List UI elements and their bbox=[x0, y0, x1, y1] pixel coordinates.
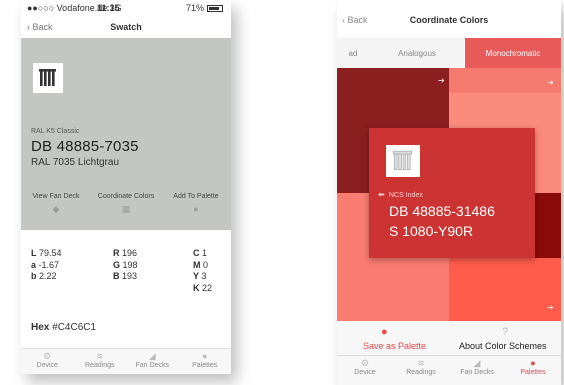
color-tile[interactable] bbox=[449, 258, 561, 321]
readings-icon: ≋ bbox=[417, 358, 425, 368]
battery-percent: 71% bbox=[185, 3, 204, 13]
color-swatch: RAL K5 Classic DB 48885-7035 RAL 7035 Li… bbox=[21, 38, 231, 230]
tab-palettes[interactable]: ● Palettes bbox=[179, 349, 232, 374]
tab-readings[interactable]: ≋ Readings bbox=[74, 349, 127, 374]
swatch-code: DB 48885-7035 bbox=[31, 138, 139, 155]
swatch-actions: View Fan Deck ◆ Coordinate Colors ▦ Add … bbox=[21, 193, 231, 215]
scheme-actions: ● Save as Palette ? About Color Schemes bbox=[337, 321, 561, 355]
coordinate-colors-screen: ‹ Back Coordinate Colors ad Analogous Mo… bbox=[337, 0, 561, 385]
tab-monochromatic[interactable]: Monochromatic bbox=[465, 38, 561, 68]
coordinate-colors-button[interactable]: Coordinate Colors ▦ bbox=[91, 193, 161, 215]
gear-icon: ⚙ bbox=[43, 351, 52, 361]
tab-device[interactable]: ⚙ Device bbox=[21, 349, 74, 374]
card-code: DB 48885-31486 bbox=[389, 203, 495, 219]
scheme-tabs: ad Analogous Monochromatic bbox=[337, 38, 561, 68]
logo-icon bbox=[392, 150, 412, 170]
palette-icon: ● bbox=[202, 351, 208, 361]
tab-bar: ⚙ Device ≋ Readings ◢ Fan Decks ● Palettes bbox=[337, 355, 561, 385]
cmyk-k: K 22 bbox=[193, 282, 213, 293]
card-name: S 1080-Y90R bbox=[389, 223, 474, 239]
add-to-palette-label: Add To Palette bbox=[173, 193, 219, 200]
arrow-right-icon: ➔ bbox=[547, 78, 554, 87]
cmyk-y: Y 3 bbox=[193, 271, 207, 281]
lab-values: L 79.54 a -1.67 b 2.22 bbox=[31, 248, 62, 283]
add-to-palette-button[interactable]: Add To Palette ● bbox=[161, 193, 231, 215]
grid-icon: ▦ bbox=[121, 204, 131, 214]
gear-icon: ⚙ bbox=[360, 358, 370, 368]
tab-bar: ⚙ Device ≋ Readings ◢ Fan Decks ● Palettes bbox=[21, 348, 231, 374]
save-as-palette-button[interactable]: Save as Palette bbox=[363, 341, 426, 351]
rgb-r: R 196 bbox=[113, 248, 138, 258]
clock: 11:15 bbox=[97, 3, 120, 13]
color-tile[interactable] bbox=[449, 68, 561, 93]
cmyk-m: M 0 bbox=[193, 259, 209, 270]
battery-icon bbox=[207, 4, 223, 12]
nav-bar: ‹ Back Swatch bbox=[21, 16, 231, 38]
cmyk-c: C 1 bbox=[193, 248, 208, 258]
card-subtitle: NCS Index bbox=[389, 192, 423, 199]
view-fan-deck-button[interactable]: View Fan Deck ◆ bbox=[21, 193, 91, 215]
arrow-left-icon: ⬅ bbox=[378, 190, 385, 199]
about-color-schemes-button[interactable]: About Color Schemes bbox=[459, 341, 547, 351]
swatch-screen: ●●○○○ Vodafone.de 3G 11:15 71% ‹ Back Sw… bbox=[21, 0, 231, 374]
page-title: Coordinate Colors bbox=[409, 15, 489, 25]
status-bar: ●●○○○ Vodafone.de 3G 11:15 71% bbox=[21, 0, 231, 16]
color-mosaic: ➔ ➔ ➔ ⬅ NCS Index DB 48885-31486 S 1080-… bbox=[337, 68, 561, 321]
view-fan-deck-label: View Fan Deck bbox=[32, 193, 80, 200]
swatch-collection: RAL K5 Classic bbox=[31, 128, 80, 135]
swatch-name: RAL 7035 Lichtgrau bbox=[31, 157, 120, 168]
palette-icon: ● bbox=[381, 326, 388, 338]
selected-color-card[interactable]: ⬅ NCS Index DB 48885-31486 S 1080-Y90R bbox=[369, 128, 535, 258]
rgb-g: G 198 bbox=[113, 259, 138, 270]
palette-icon: ● bbox=[193, 204, 199, 214]
brand-logo-icon bbox=[33, 63, 63, 93]
tab-palettes[interactable]: ● Palettes bbox=[505, 356, 561, 385]
coordinate-colors-label: Coordinate Colors bbox=[97, 193, 155, 200]
palette-icon: ● bbox=[530, 358, 536, 368]
tab-analogous[interactable]: Analogous bbox=[369, 38, 465, 68]
tab-readings[interactable]: ≋ Readings bbox=[393, 356, 449, 385]
tab-device[interactable]: ⚙ Device bbox=[337, 356, 393, 385]
hex-value: Hex #C4C6C1 bbox=[31, 322, 97, 333]
logo-icon bbox=[39, 69, 56, 86]
cmyk-values: C 1 M 0 Y 3 K 22 bbox=[193, 248, 212, 294]
fan-deck-icon: ◢ bbox=[148, 351, 156, 361]
fan-deck-icon: ◢ bbox=[473, 358, 481, 368]
battery-indicator: 71% bbox=[186, 3, 223, 13]
page-title: Swatch bbox=[110, 22, 142, 32]
nav-bar: ‹ Back Coordinate Colors bbox=[337, 0, 561, 38]
arrow-right-icon: ➔ bbox=[438, 76, 445, 85]
arrow-right-icon: ➔ bbox=[547, 303, 554, 312]
lab-a: a -1.67 bbox=[31, 259, 60, 270]
tab-scheme-partial[interactable]: ad bbox=[337, 38, 369, 68]
lab-l: L 79.54 bbox=[31, 248, 62, 258]
rgb-b: B 193 bbox=[113, 271, 138, 281]
lab-b: b 2.22 bbox=[31, 271, 57, 281]
brand-logo-icon bbox=[386, 145, 420, 177]
color-values: L 79.54 a -1.67 b 2.22 R 196 G 198 B 193… bbox=[21, 230, 231, 348]
rgb-values: R 196 G 198 B 193 bbox=[113, 248, 138, 283]
fan-deck-icon: ◆ bbox=[52, 204, 60, 214]
help-icon: ? bbox=[502, 326, 509, 338]
readings-icon: ≋ bbox=[95, 351, 104, 361]
tab-fan-decks[interactable]: ◢ Fan Decks bbox=[449, 356, 505, 385]
tab-fan-decks[interactable]: ◢ Fan Decks bbox=[126, 349, 179, 374]
